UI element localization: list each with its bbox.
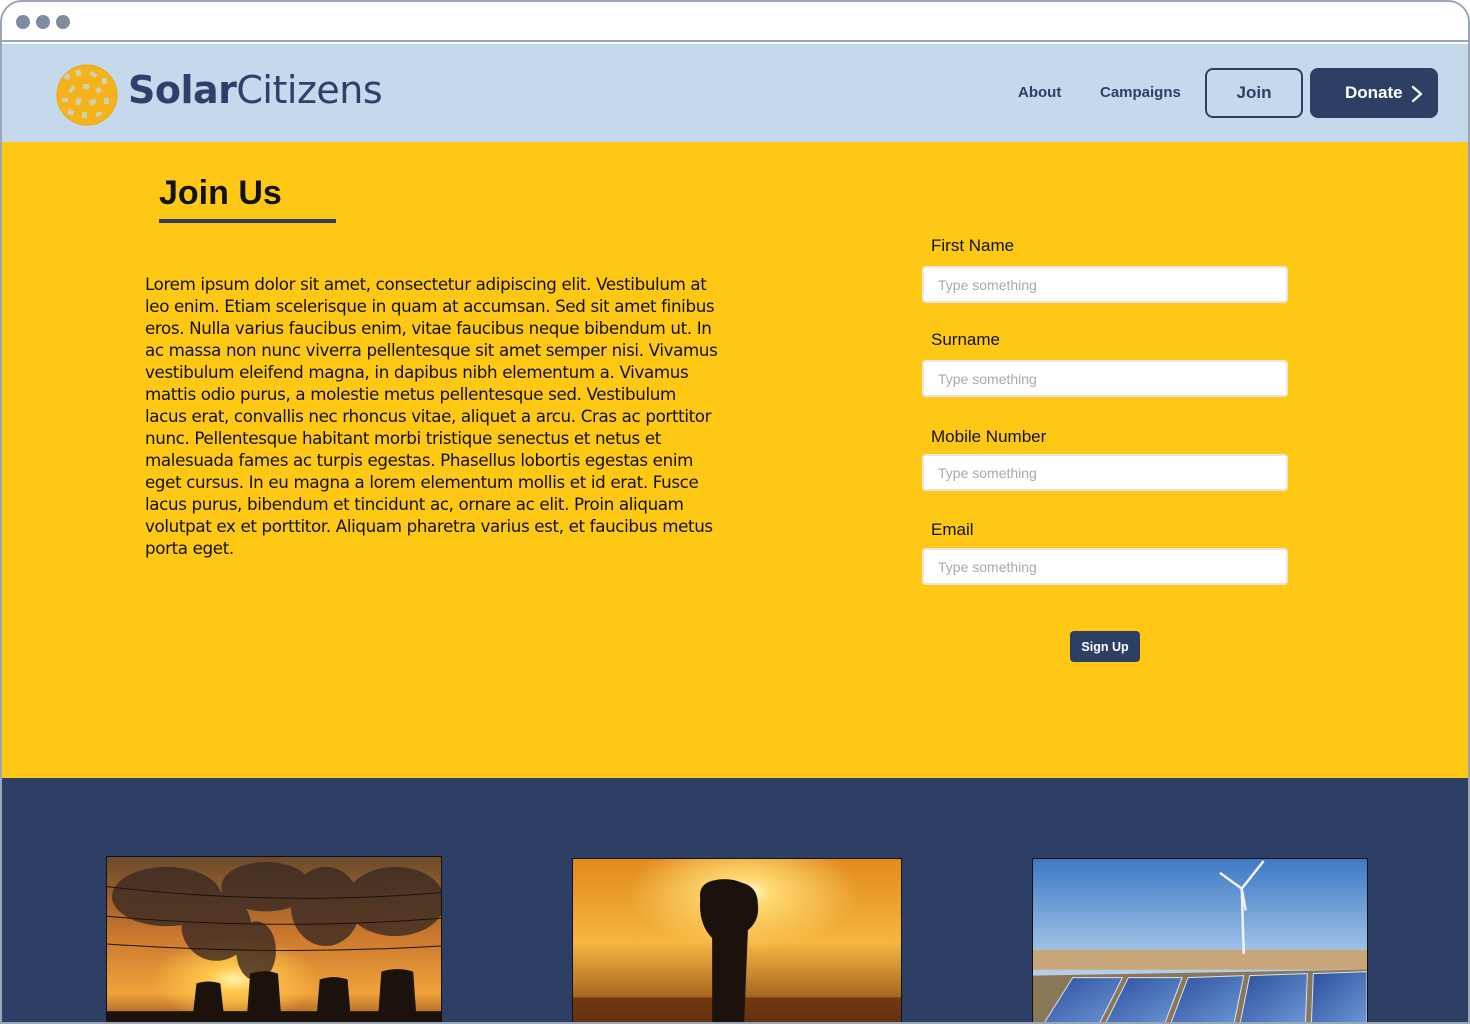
brand-name-light: Citizens	[236, 68, 383, 112]
join-button[interactable]: Join	[1205, 68, 1303, 118]
window-titlebar	[2, 2, 1468, 42]
solar-panels-wind-turbine-image	[1032, 858, 1368, 1022]
window-maximize-dot[interactable]	[56, 15, 70, 29]
mobile-number-label: Mobile Number	[931, 427, 1047, 446]
first-name-field[interactable]	[922, 266, 1288, 303]
solar-globe-logo-icon[interactable]	[56, 64, 118, 126]
surname-field[interactable]	[922, 360, 1288, 397]
email-label: Email	[931, 520, 974, 539]
brand-wordmark[interactable]: SolarCitizens	[128, 68, 383, 112]
first-name-label: First Name	[931, 236, 1015, 255]
join-description: Lorem ipsum dolor sit amet, consectetur …	[145, 274, 718, 558]
window-close-dot[interactable]	[16, 15, 30, 29]
donate-button[interactable]: Donate	[1310, 68, 1438, 118]
browser-window: SolarCitizens About Campaigns Join Donat…	[0, 0, 1470, 1024]
page-title: Join Us	[159, 174, 282, 212]
image-gallery-section	[2, 778, 1468, 1022]
join-section: Join Us Lorem ipsum dolor sit amet, cons…	[2, 142, 1468, 778]
title-underline	[159, 219, 336, 223]
brand-name-bold: Solar	[128, 68, 237, 112]
donate-button-label: Donate	[1345, 83, 1403, 102]
mobile-number-field[interactable]	[922, 454, 1288, 491]
window-minimize-dot[interactable]	[36, 15, 50, 29]
nav-link-about[interactable]: About	[1018, 84, 1061, 101]
site-header: SolarCitizens About Campaigns Join Donat…	[2, 44, 1468, 142]
raised-fist-sunset-image	[572, 858, 902, 1022]
nav-link-campaigns[interactable]: Campaigns	[1100, 84, 1181, 101]
surname-label: Surname	[931, 330, 1000, 349]
chevron-right-icon	[1411, 85, 1423, 103]
sign-up-button[interactable]: Sign Up	[1070, 631, 1140, 662]
power-plant-smoke-image	[106, 856, 442, 1022]
email-field[interactable]	[922, 548, 1288, 585]
